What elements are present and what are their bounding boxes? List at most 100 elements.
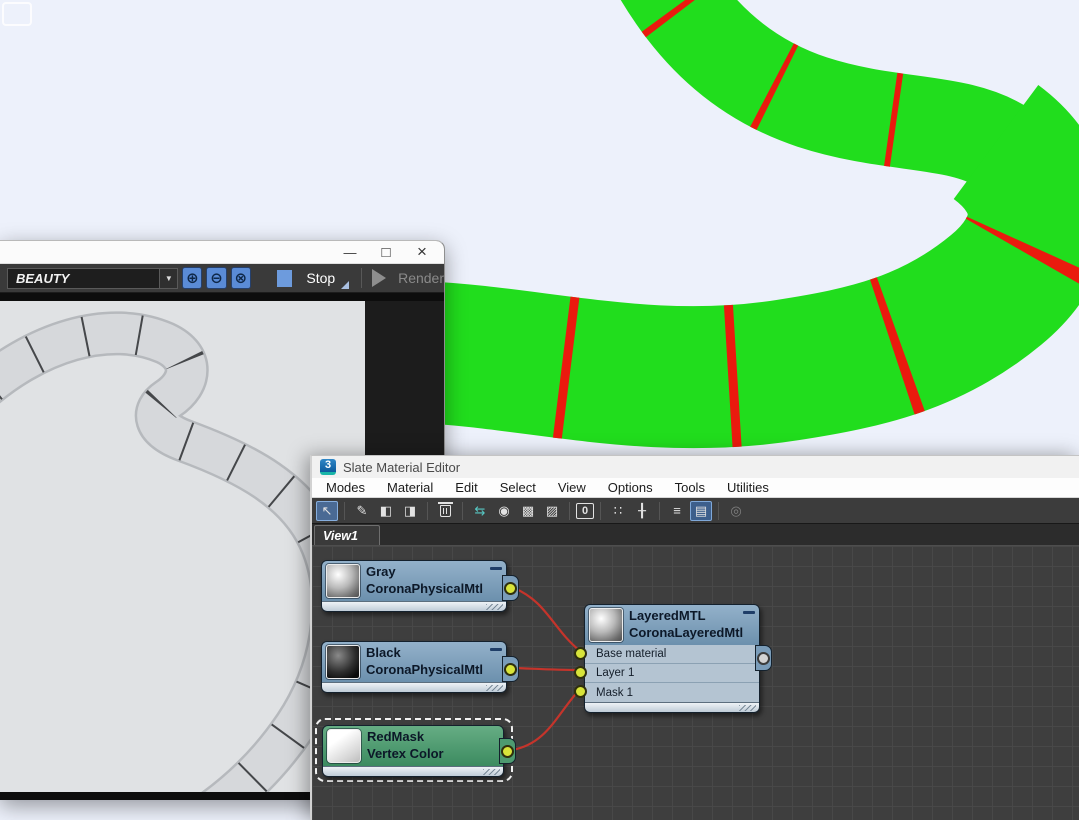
parameter-editor-toggle-icon[interactable]: ▤: [690, 500, 712, 521]
slate-titlebar[interactable]: 3 Slate Material Editor: [312, 456, 1079, 478]
trash-icon: [437, 501, 453, 517]
chevron-down-icon[interactable]: ▼: [159, 268, 178, 288]
node-title: Gray: [366, 564, 396, 579]
render-channel-select[interactable]: BEAUTY ▼: [7, 267, 179, 289]
close-button[interactable]: ×: [404, 242, 440, 263]
node-title: Black: [366, 645, 401, 660]
show-maps-icon[interactable]: ▨: [541, 501, 563, 521]
node-resize-footer[interactable]: [322, 601, 506, 611]
stop-flyout-icon[interactable]: [341, 281, 350, 289]
node-subtitle: CoronaPhysicalMtl: [366, 661, 484, 677]
slate-material-editor-window: 3 Slate Material Editor Modes Material E…: [310, 455, 1079, 820]
menu-options[interactable]: Options: [597, 480, 664, 495]
node-header[interactable]: RedMask Vertex Color: [323, 726, 503, 766]
menu-utilities[interactable]: Utilities: [716, 480, 780, 495]
node-title: LayeredMTL: [629, 608, 706, 623]
window-title: Slate Material Editor: [343, 459, 461, 475]
wire-gray-to-base: [513, 586, 581, 652]
node-subtitle: CoronaLayeredMtl: [629, 624, 744, 640]
map-preview-swatch[interactable]: [327, 729, 361, 763]
menu-edit[interactable]: Edit: [444, 480, 488, 495]
collapse-node-icon[interactable]: [490, 567, 502, 570]
tab-view1[interactable]: View1: [314, 525, 380, 545]
zoom-out-button[interactable]: ⊖: [206, 267, 227, 289]
node-resize-footer[interactable]: [585, 702, 759, 712]
slot-mask-1[interactable]: Mask 1: [574, 683, 759, 702]
stop-button[interactable]: Stop: [306, 270, 335, 286]
show-controller-count-icon[interactable]: 0: [576, 502, 594, 519]
toolbar-divider: [569, 501, 570, 520]
toolbar-divider: [462, 501, 463, 520]
node-gray-material[interactable]: Gray CoronaPhysicalMtl: [321, 560, 519, 612]
output-pin[interactable]: [504, 581, 517, 595]
layout-children-icon[interactable]: ╂: [631, 501, 653, 521]
layout-graph-icon[interactable]: ⇆: [469, 501, 491, 521]
node-subtitle: CoronaPhysicalMtl: [366, 580, 484, 596]
node-title: RedMask: [367, 729, 425, 744]
select-by-material-icon[interactable]: ◎: [725, 501, 747, 521]
material-preview-icon[interactable]: ◉: [493, 501, 515, 521]
pick-material-icon[interactable]: ✎: [351, 501, 373, 521]
material-preview-sphere[interactable]: [326, 645, 360, 679]
delete-selected-icon[interactable]: [434, 501, 456, 521]
show-shaded-material-icon[interactable]: ◧: [375, 501, 397, 521]
material-preview-sphere[interactable]: [589, 608, 623, 642]
input-pin[interactable]: [574, 685, 587, 698]
select-tool-icon[interactable]: ↖: [316, 500, 338, 521]
node-layeredmtl[interactable]: LayeredMTL CoronaLayeredMtl Base materia…: [574, 604, 772, 713]
output-pin[interactable]: [504, 662, 517, 676]
render-play-icon[interactable]: [372, 269, 387, 287]
material-preview-sphere[interactable]: [326, 564, 360, 598]
assign-material-to-selection-icon[interactable]: ◨: [399, 501, 421, 521]
layout-all-icon[interactable]: ∷: [607, 501, 629, 521]
render-color-swatch[interactable]: [276, 269, 293, 287]
slot-label: Layer 1: [596, 667, 635, 679]
output-pin[interactable]: [757, 651, 770, 665]
output-socket[interactable]: [502, 656, 519, 682]
output-socket[interactable]: [499, 738, 516, 764]
zoom-in-button[interactable]: ⊕: [182, 267, 203, 289]
node-resize-footer[interactable]: [323, 766, 503, 776]
render-button[interactable]: Render: [398, 270, 444, 286]
minimize-button[interactable]: —: [332, 242, 368, 263]
3dsmax-app-icon: 3: [320, 459, 336, 475]
slate-menubar: Modes Material Edit Select View Options …: [312, 478, 1079, 498]
node-subtitle: Vertex Color: [367, 745, 444, 761]
toolbar-divider: [361, 268, 363, 288]
output-socket[interactable]: [755, 645, 772, 671]
output-pin[interactable]: [501, 744, 514, 758]
node-black-material[interactable]: Black CoronaPhysicalMtl: [321, 641, 519, 693]
zoom-reset-button[interactable]: ⊗: [230, 267, 251, 289]
viewport-corner-overlay: [2, 2, 32, 26]
menu-select[interactable]: Select: [489, 480, 547, 495]
menu-view[interactable]: View: [547, 480, 597, 495]
render-window-titlebar[interactable]: — □ ×: [0, 241, 444, 264]
material-map-browser-toggle-icon[interactable]: ≡: [666, 501, 688, 521]
node-resize-footer[interactable]: [322, 682, 506, 692]
output-socket[interactable]: [502, 575, 519, 601]
node-redmask-vertexcolor[interactable]: RedMask Vertex Color: [322, 725, 516, 777]
collapse-node-icon[interactable]: [743, 611, 755, 614]
node-header[interactable]: Gray CoronaPhysicalMtl: [322, 561, 506, 601]
menu-modes[interactable]: Modes: [315, 480, 376, 495]
collapse-node-icon[interactable]: [490, 648, 502, 651]
toolbar-divider: [718, 501, 719, 520]
node-header[interactable]: LayeredMTL CoronaLayeredMtl: [585, 605, 759, 645]
menu-tools[interactable]: Tools: [664, 480, 716, 495]
node-graph-canvas[interactable]: Gray CoronaPhysicalMtl Black CoronaPhysi…: [312, 546, 1079, 820]
slot-base-material[interactable]: Base material: [574, 645, 759, 664]
maximize-button[interactable]: □: [368, 242, 404, 263]
wire-redmask-to-mask1: [511, 688, 581, 752]
slot-label: Mask 1: [596, 686, 634, 699]
input-pin[interactable]: [574, 666, 587, 679]
toolbar-divider: [344, 501, 345, 520]
slot-layer-1[interactable]: Layer 1: [574, 664, 759, 683]
zoom-in-icon: ⊕: [186, 269, 199, 287]
menu-material[interactable]: Material: [376, 480, 444, 495]
render-window-toolbar: BEAUTY ▼ ⊕ ⊖ ⊗ Stop Render: [0, 264, 444, 293]
input-pin[interactable]: [574, 647, 587, 660]
toolbar-divider: [659, 501, 660, 520]
toolbar-divider: [600, 501, 601, 520]
show-background-icon[interactable]: ▩: [517, 501, 539, 521]
node-header[interactable]: Black CoronaPhysicalMtl: [322, 642, 506, 682]
